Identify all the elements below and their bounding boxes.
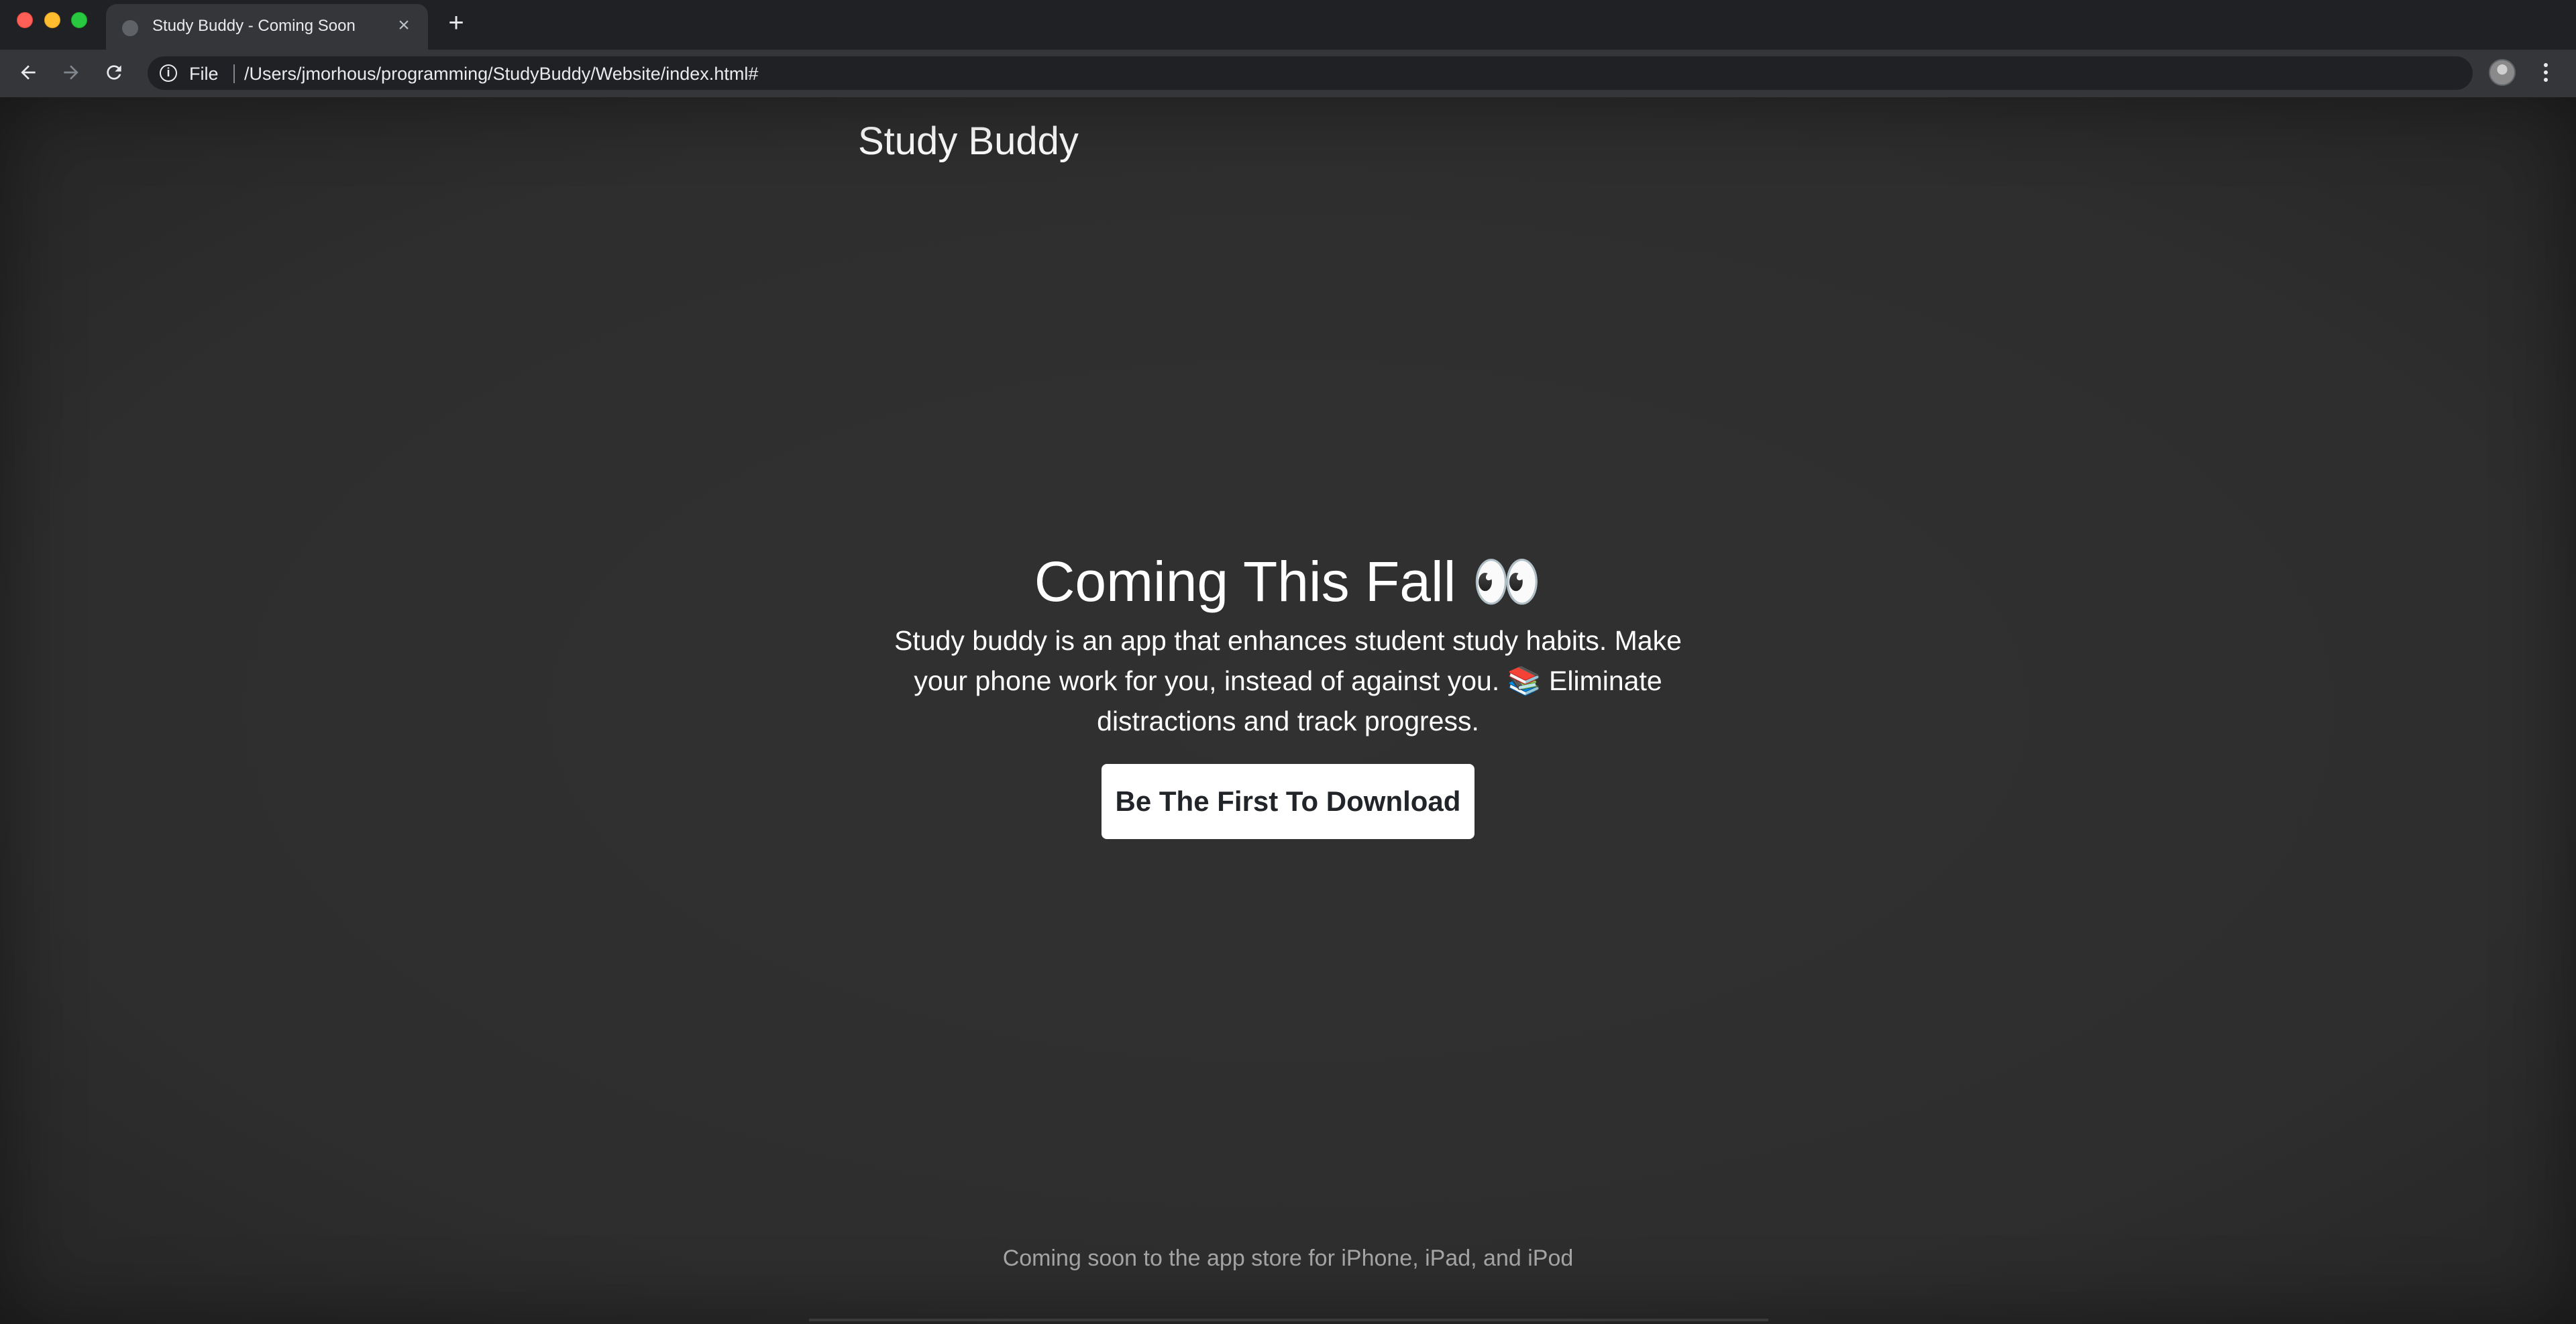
close-icon[interactable]: ×	[393, 15, 415, 36]
download-button[interactable]: Be The First To Download	[1102, 764, 1474, 839]
omnibox-divider	[233, 64, 235, 83]
globe-icon	[122, 20, 138, 36]
close-window-button[interactable]	[17, 12, 33, 28]
avatar[interactable]	[2489, 59, 2516, 86]
reload-icon	[107, 65, 121, 80]
browser-chrome: Study Buddy - Coming Soon × + i File /Us…	[0, 0, 2576, 97]
reload-button[interactable]	[101, 59, 127, 86]
tab-strip: Study Buddy - Coming Soon × +	[0, 0, 2576, 50]
browser-toolbar: i File /Users/jmorhous/programming/Study…	[0, 50, 2576, 97]
url-text[interactable]: /Users/jmorhous/programming/StudyBuddy/W…	[244, 64, 758, 85]
scheme-label: File	[189, 64, 219, 84]
maximize-window-button[interactable]	[71, 12, 87, 28]
forward-button[interactable]	[58, 59, 85, 86]
brand-title[interactable]: Study Buddy	[858, 119, 1079, 164]
tab-title: Study Buddy - Coming Soon	[152, 17, 356, 35]
new-tab-button[interactable]: +	[444, 9, 468, 36]
address-bar[interactable]: i File /Users/jmorhous/programming/Study…	[148, 56, 2473, 90]
footer-divider	[809, 1319, 1768, 1321]
hero-section: Coming This Fall 👀 Study buddy is an app…	[872, 548, 1704, 839]
footer-text: Coming soon to the app store for iPhone,…	[1002, 1246, 1574, 1271]
tab-study-buddy[interactable]: Study Buddy - Coming Soon ×	[106, 4, 428, 50]
arrow-left-icon	[21, 65, 36, 80]
info-icon[interactable]: i	[160, 64, 177, 82]
hero-title: Coming This Fall 👀	[1034, 550, 1542, 613]
arrow-right-icon	[64, 65, 78, 80]
page-viewport: Study Buddy Coming This Fall 👀 Study bud…	[0, 97, 2576, 1324]
hero-description: Study buddy is an app that enhances stud…	[894, 625, 1682, 736]
kebab-menu-icon[interactable]	[2536, 59, 2556, 86]
back-button[interactable]	[15, 59, 42, 86]
minimize-window-button[interactable]	[44, 12, 60, 28]
